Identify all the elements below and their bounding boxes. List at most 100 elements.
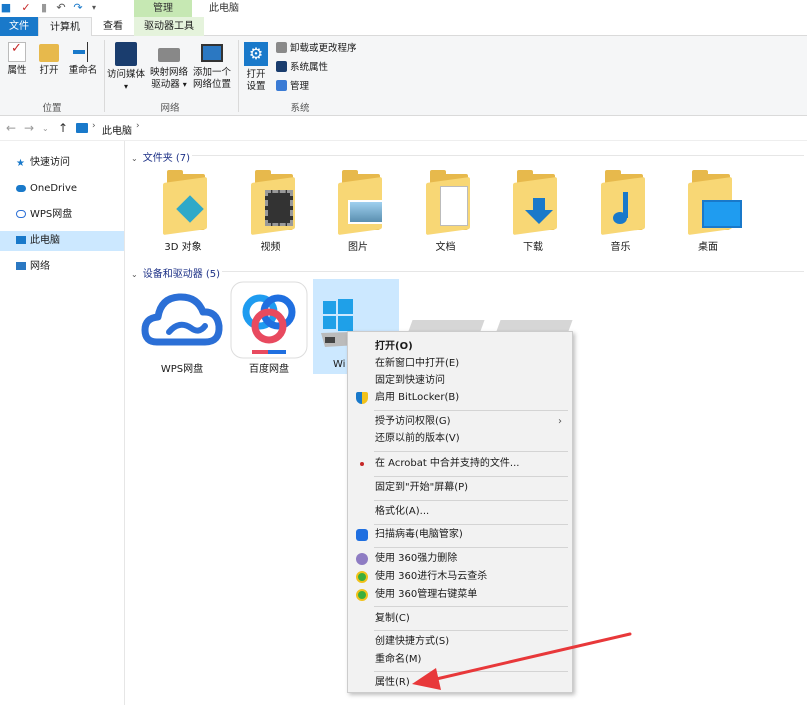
menu-restore-previous[interactable]: 还原以前的版本(V) <box>350 430 570 447</box>
folder-label: 3D 对象 <box>164 242 202 253</box>
forward-arrow-icon[interactable]: → <box>24 121 34 135</box>
folders-section-header[interactable]: ⌄ 文件夹 (7) <box>131 149 190 164</box>
device-label: 百度网盘 <box>249 364 289 375</box>
menu-acrobat-merge[interactable]: 在 Acrobat 中合并支持的文件... <box>350 455 570 472</box>
breadcrumb-this-pc[interactable]: 此电脑 <box>102 122 132 137</box>
rename-button[interactable]: 重命名 <box>66 42 100 77</box>
customize-toolbar-icon[interactable]: ▾ <box>88 2 100 14</box>
monitor-icon <box>201 44 223 62</box>
tab-view[interactable]: 查看 <box>92 17 134 36</box>
360-delete-icon <box>356 553 368 565</box>
nav-label: WPS网盘 <box>30 209 73 220</box>
properties-button[interactable]: ✓ 属性 <box>4 42 30 77</box>
device-baidu[interactable]: 百度网盘 <box>226 280 312 375</box>
menu-copy[interactable]: 复制(C) <box>350 610 570 627</box>
menu-pin-start[interactable]: 固定到"开始"屏幕(P) <box>350 479 570 496</box>
open-button[interactable]: 打开 <box>36 42 62 77</box>
add-network-location-button[interactable]: 添加一个 网络位置 <box>190 42 234 91</box>
folder-label: 音乐 <box>610 242 631 253</box>
menu-format[interactable]: 格式化(A)... <box>350 503 570 520</box>
nav-item-quick-access[interactable]: ★ 快速访问 <box>0 153 124 173</box>
pc-manager-icon <box>356 529 368 541</box>
nav-label: 网络 <box>30 261 50 272</box>
location-group-label: 位置 <box>42 103 62 114</box>
folder-downloads[interactable]: 下载 <box>493 168 573 254</box>
recent-locations-icon[interactable]: ⌄ <box>42 124 49 133</box>
acrobat-icon <box>360 462 364 466</box>
menu-separator <box>374 671 568 672</box>
menu-rename[interactable]: 重命名(M) <box>350 651 570 668</box>
system-properties-icon <box>276 61 287 72</box>
nav-item-network[interactable]: 网络 <box>0 257 124 277</box>
map-drive-button[interactable]: 映射网络 驱动器 ▾ <box>148 42 190 91</box>
redo-icon[interactable]: ↷ <box>72 2 84 14</box>
shield-icon <box>356 392 368 404</box>
ribbon: ✓ 属性 打开 重命名 位置 访问媒体 ▾ 映射网络 驱动器 ▾ 添加一个 网络位… <box>0 36 807 116</box>
collapse-chevron-icon[interactable]: ⌄ <box>131 154 138 163</box>
open-settings-label-1: 打开 <box>246 69 266 80</box>
360-icon <box>356 571 368 583</box>
nav-item-this-pc[interactable]: 此电脑 <box>0 231 124 251</box>
up-arrow-icon[interactable]: ↑ <box>58 121 68 135</box>
menu-open[interactable]: 打开(O) <box>350 338 570 355</box>
rename-icon <box>73 42 93 62</box>
menu-open-new-window[interactable]: 在新窗口中打开(E) <box>350 355 570 372</box>
manage-button[interactable]: 管理 <box>276 80 309 94</box>
folder-label: 下载 <box>523 242 543 253</box>
menu-label: 在 Acrobat 中合并支持的文件... <box>375 458 520 469</box>
menu-create-shortcut[interactable]: 创建快捷方式(S) <box>350 633 570 650</box>
open-settings-label-2: 设置 <box>246 81 266 92</box>
this-pc-icon <box>76 123 88 133</box>
new-folder-quick-icon[interactable]: ▮ <box>38 2 50 14</box>
tab-file[interactable]: 文件 <box>0 17 38 36</box>
system-properties-label: 系统属性 <box>290 62 329 73</box>
menu-label: 使用 360强力删除 <box>375 553 458 564</box>
undo-icon[interactable]: ↶ <box>55 2 67 14</box>
menu-separator <box>374 451 568 452</box>
menu-separator <box>374 547 568 548</box>
menu-360-manage-menu[interactable]: 使用 360管理右键菜单 <box>350 586 570 603</box>
system-properties-button[interactable]: 系统属性 <box>276 61 328 75</box>
access-media-label: 访问媒体 <box>106 69 145 80</box>
uninstall-button[interactable]: 卸载或更改程序 <box>276 42 357 56</box>
folder-documents[interactable]: 文档 <box>406 168 486 254</box>
properties-icon: ✓ <box>8 42 26 62</box>
menu-properties[interactable]: 属性(R) <box>350 674 570 691</box>
menu-360-force-delete[interactable]: 使用 360强力删除 <box>350 550 570 567</box>
menu-label: 授予访问权限(G) <box>375 416 451 427</box>
folder-label: 视频 <box>260 242 281 253</box>
devices-section-header[interactable]: ⌄ 设备和驱动器 (5) <box>131 265 220 280</box>
folder-3d-objects[interactable]: 3D 对象 <box>143 168 223 254</box>
add-location-label-1: 添加一个 <box>192 67 231 78</box>
menu-scan-virus[interactable]: 扫描病毒(电脑管家) <box>350 526 570 543</box>
access-media-button[interactable]: 访问媒体 ▾ <box>106 42 146 93</box>
back-arrow-icon[interactable]: ← <box>6 121 16 135</box>
properties-quick-icon[interactable]: ✓ <box>20 2 32 14</box>
device-wps[interactable]: WPS网盘 <box>139 280 225 375</box>
menu-separator <box>374 410 568 411</box>
nav-item-wps[interactable]: WPS网盘 <box>0 205 124 225</box>
menu-grant-access[interactable]: 授予访问权限(G) › <box>350 413 570 430</box>
open-folder-icon <box>39 44 59 62</box>
menu-bitlocker[interactable]: 启用 BitLocker(B) <box>350 389 570 406</box>
network-icon <box>16 262 26 270</box>
manage-context-tab[interactable]: 管理 <box>134 0 192 17</box>
folder-videos[interactable]: 视频 <box>231 168 311 254</box>
collapse-chevron-icon[interactable]: ⌄ <box>131 270 138 279</box>
title-bar: ■ ✓ ▮ ↶ ↷ ▾ 管理 此电脑 <box>0 0 807 17</box>
menu-360-trojan-scan[interactable]: 使用 360进行木马云查杀 <box>350 568 570 585</box>
videos-folder-icon <box>247 170 303 236</box>
open-settings-button[interactable]: ⚙ 打开 设置 <box>242 42 270 93</box>
window-title: 此电脑 <box>209 3 239 14</box>
cloud-icon <box>16 185 26 192</box>
folder-desktop[interactable]: 桌面 <box>668 168 748 254</box>
tab-computer[interactable]: 计算机 <box>38 17 92 36</box>
menu-pin-quick-access[interactable]: 固定到快速访问 <box>350 372 570 389</box>
folder-pictures[interactable]: 图片 <box>318 168 398 254</box>
folder-music[interactable]: 音乐 <box>581 168 661 254</box>
tab-drive-tools[interactable]: 驱动器工具 <box>134 17 204 36</box>
open-label: 打开 <box>39 65 59 76</box>
nav-item-onedrive[interactable]: OneDrive <box>0 179 124 199</box>
breadcrumb-chevron-icon[interactable]: › <box>136 121 140 131</box>
star-icon: ★ <box>16 158 25 169</box>
